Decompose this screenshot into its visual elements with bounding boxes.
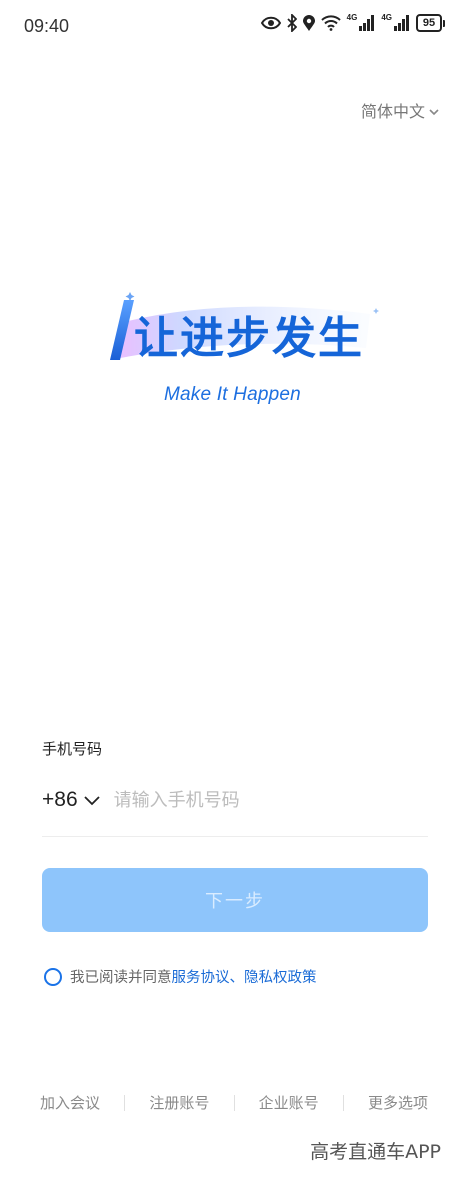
bluetooth-icon <box>287 14 297 32</box>
agree-checkbox[interactable] <box>44 967 62 986</box>
watermark: 高考直通车APP <box>310 1141 441 1163</box>
phone-input-divider <box>42 836 428 837</box>
wifi-icon <box>320 15 341 31</box>
logo-slogan: Make It Happen <box>164 384 301 405</box>
language-label: 简体中文 <box>360 102 425 121</box>
battery-icon: 95 <box>416 14 445 32</box>
chevron-down-icon <box>429 101 439 120</box>
phone-input-row: +86 <box>42 780 428 820</box>
location-icon <box>302 14 315 32</box>
network-type-label: 4G <box>381 12 392 22</box>
battery-level: 95 <box>416 14 442 32</box>
country-code-value: +86 <box>42 788 78 811</box>
brand-logo: 让进步发生 Make It Happen <box>86 292 386 422</box>
option-divider <box>233 1094 235 1111</box>
logo-title: 让进步发生 <box>134 313 364 364</box>
status-icons: 4G 4G 95 <box>260 12 445 32</box>
bottom-options: 加入会议 注册账号 企业账号 更多选项 <box>36 1092 432 1113</box>
terms-of-service-link[interactable]: 服务协议 <box>172 966 230 987</box>
phone-label: 手机号码 <box>42 740 103 758</box>
join-meeting-button[interactable]: 加入会议 <box>36 1092 104 1113</box>
option-divider <box>124 1094 126 1111</box>
eye-icon <box>260 16 281 30</box>
signal-icon <box>394 15 410 31</box>
status-bar: 09:40 4G 4G 95 <box>0 0 469 56</box>
chevron-down-icon <box>83 788 100 812</box>
register-account-button[interactable]: 注册账号 <box>145 1092 213 1113</box>
signal-icon <box>359 15 375 31</box>
network-type-label: 4G <box>346 12 358 22</box>
status-time: 09:40 <box>24 16 70 36</box>
more-options-button[interactable]: 更多选项 <box>364 1092 432 1113</box>
phone-input[interactable] <box>113 789 428 811</box>
agreement-row: 我已阅读并同意 服务协议 、 隐私权政策 <box>44 966 317 987</box>
next-step-button[interactable]: 下一步 <box>42 868 428 932</box>
agreement-prefix: 我已阅读并同意 <box>70 970 172 986</box>
agreement-separator: 、 <box>229 970 245 986</box>
language-selector[interactable]: 简体中文 <box>361 98 439 122</box>
privacy-policy-link[interactable]: 隐私权政策 <box>244 966 317 987</box>
enterprise-account-button[interactable]: 企业账号 <box>255 1092 323 1113</box>
option-divider <box>342 1094 344 1111</box>
country-code-selector[interactable]: +86 <box>42 788 100 812</box>
